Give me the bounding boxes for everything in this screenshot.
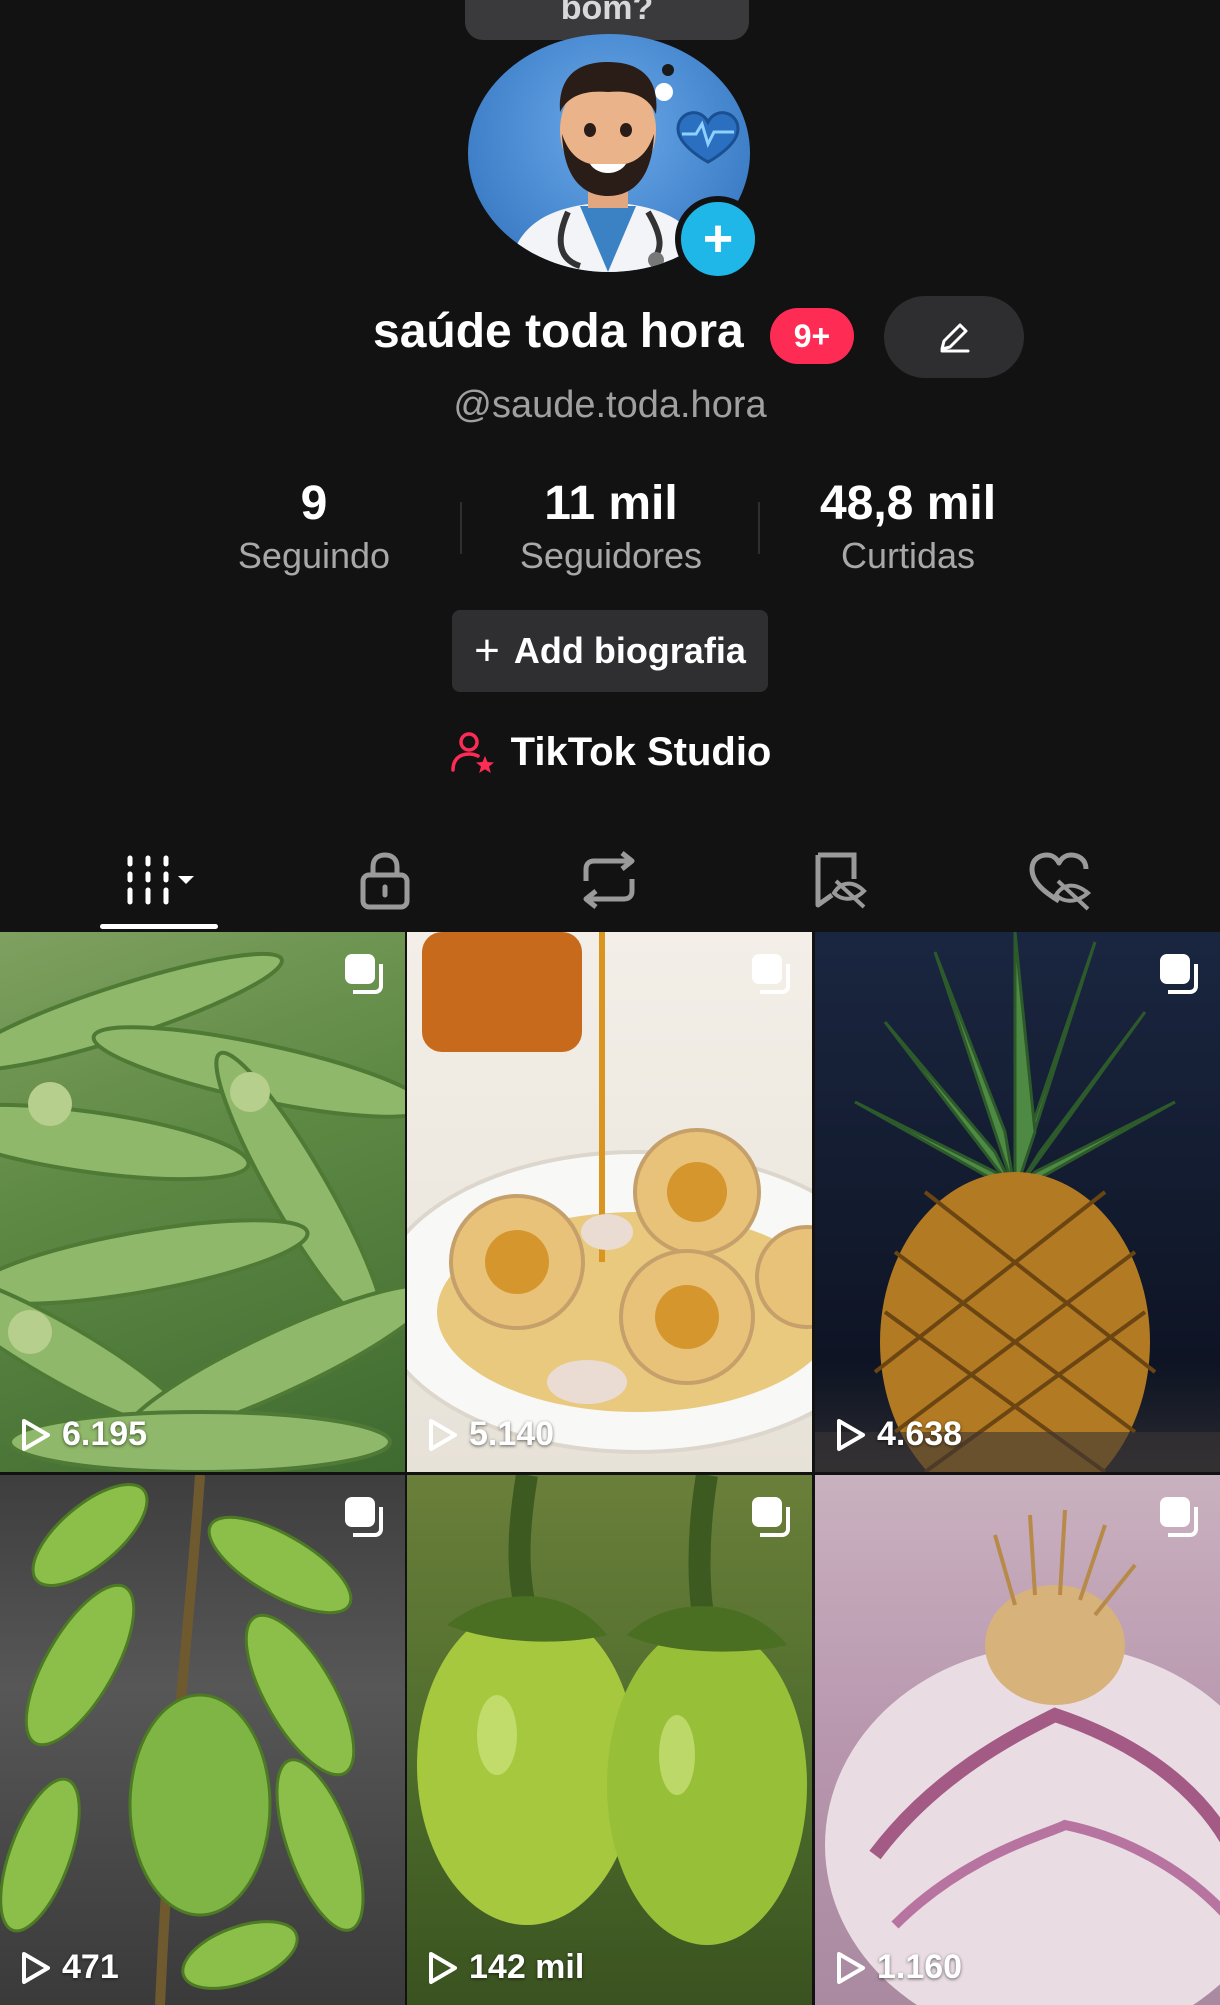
- view-count-text: 5.140: [469, 1415, 555, 1453]
- plus-icon: +: [702, 210, 734, 268]
- tab-videos[interactable]: [100, 830, 218, 930]
- stat-label: Curtidas: [840, 534, 976, 576]
- play-icon: [22, 1418, 50, 1451]
- tab-reposts[interactable]: [554, 830, 664, 930]
- active-tab-indicator: [100, 924, 218, 929]
- creator-star-icon: [450, 732, 494, 773]
- pineapple-image: [815, 932, 1220, 1472]
- liked-icon: [1029, 852, 1092, 911]
- multi-photo-icon: [750, 1495, 794, 1544]
- multi-photo-icon: [343, 1495, 387, 1544]
- tab-liked[interactable]: [1004, 830, 1114, 930]
- play-icon: [429, 1951, 457, 1984]
- videos-grid-icon: [127, 855, 194, 905]
- add-bio-label: Add biografia: [513, 630, 746, 671]
- view-count-text: 1.160: [877, 1948, 963, 1986]
- multi-photo-icon: [1158, 1495, 1202, 1544]
- tiktok-studio-link[interactable]: TikTok Studio: [0, 728, 1220, 776]
- tab-private[interactable]: [330, 830, 440, 930]
- view-count: 471: [18, 1948, 119, 1987]
- display-name: saúde toda hora: [373, 305, 744, 358]
- view-count-text: 471: [62, 1948, 119, 1986]
- stat-divider: [460, 502, 462, 554]
- garlic-bulb-image: [825, 1509, 1220, 2005]
- stat-value: 11 mil: [544, 477, 678, 530]
- multi-photo-icon: [343, 952, 387, 1001]
- view-count-text: 142 mil: [469, 1948, 585, 1986]
- studio-label: TikTok Studio: [510, 729, 772, 774]
- video-thumbnail[interactable]: 471: [0, 1475, 405, 2005]
- video-thumbnail[interactable]: 4.638: [815, 932, 1220, 1472]
- tab-favorites[interactable]: [784, 830, 894, 930]
- profile-tabs: [0, 830, 1220, 930]
- plus-icon: +: [474, 626, 500, 675]
- profile-handle: @saude.toda.hora: [453, 384, 767, 426]
- view-count-text: 4.638: [877, 1415, 963, 1453]
- multi-photo-icon: [750, 952, 794, 1001]
- favorites-icon: [815, 852, 867, 909]
- play-icon: [22, 1951, 50, 1984]
- video-thumbnail[interactable]: 6.195: [0, 932, 405, 1472]
- multi-photo-icon: [1158, 952, 1202, 1001]
- stat-label: Seguindo: [237, 534, 391, 576]
- view-count-text: 6.195: [62, 1415, 148, 1453]
- stat-divider: [758, 502, 760, 554]
- view-count: 4.638: [833, 1415, 962, 1454]
- stat-value: 9: [300, 477, 328, 530]
- edit-profile-button[interactable]: [884, 296, 1024, 378]
- profile-stats: 9 Seguindo 11 mil Seguidores 48,8 mil Cu…: [0, 477, 1220, 588]
- play-icon: [837, 1951, 865, 1984]
- view-count: 142 mil: [425, 1948, 584, 1987]
- stat-followers[interactable]: 11 mil Seguidores: [471, 477, 751, 577]
- view-count: 6.195: [18, 1415, 147, 1454]
- play-icon: [837, 1418, 865, 1451]
- add-avatar-button[interactable]: +: [675, 196, 761, 282]
- repost-icon: [583, 851, 635, 909]
- okra-image: [0, 951, 405, 1472]
- pencil-icon: [940, 323, 970, 353]
- notification-badge[interactable]: 9+: [770, 308, 854, 364]
- video-grid: 6.195 5.140 4.638 471 142 mil 1.160: [0, 932, 1220, 2005]
- green-eggplants-image: [417, 1475, 807, 1945]
- leafy-plant-image: [0, 1475, 365, 2005]
- add-bio-button[interactable]: + Add biografia: [452, 610, 768, 692]
- stat-likes[interactable]: 48,8 mil Curtidas: [768, 477, 1048, 577]
- video-thumbnail[interactable]: 1.160: [815, 1475, 1220, 2005]
- roasted-garlic-image: [407, 932, 812, 1454]
- video-thumbnail[interactable]: 5.140: [407, 932, 812, 1472]
- lock-icon: [360, 852, 410, 910]
- stat-label: Seguidores: [519, 534, 703, 576]
- view-count: 1.160: [833, 1948, 962, 1987]
- play-icon: [429, 1418, 457, 1451]
- stat-following[interactable]: 9 Seguindo: [174, 477, 454, 577]
- video-thumbnail[interactable]: 142 mil: [407, 1475, 812, 2005]
- view-count: 5.140: [425, 1415, 554, 1454]
- status-bubble-text: bom?: [560, 0, 654, 27]
- stat-value: 48,8 mil: [819, 477, 997, 530]
